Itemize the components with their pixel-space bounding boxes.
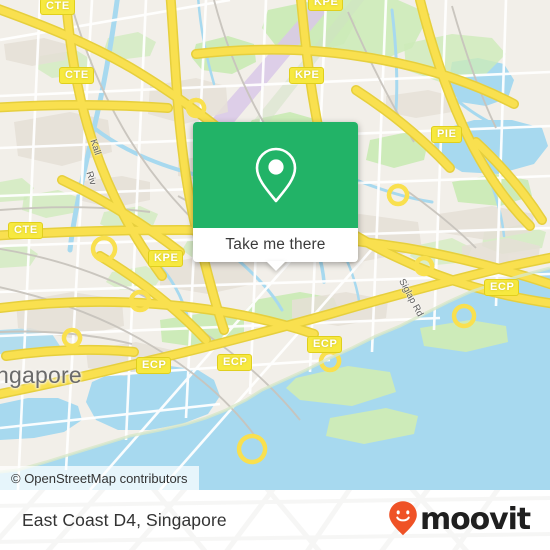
highway-shield-ecp[interactable]: ECP — [217, 354, 253, 371]
moovit-smiley-pin-icon — [388, 500, 418, 541]
attribution-text: © OpenStreetMap contributors — [11, 470, 188, 486]
highway-shield-ecp[interactable]: ECP — [136, 357, 172, 374]
footer-bar: East Coast D4, Singapore moovit — [0, 490, 550, 550]
map-pin-icon — [253, 146, 299, 204]
info-card-action[interactable]: Take me there — [193, 228, 358, 271]
map-canvas[interactable]: ngapore Kall Riv Siglap Rd CTE CTE CTE K… — [0, 0, 550, 490]
moovit-map-screen: ngapore Kall Riv Siglap Rd CTE CTE CTE K… — [0, 0, 550, 550]
highway-shield-ecp[interactable]: ECP — [484, 279, 520, 296]
info-card-pointer-tail — [265, 261, 286, 271]
moovit-wordmark: moovit — [419, 502, 531, 537]
highway-shield-kpe[interactable]: KPE — [148, 250, 184, 267]
highway-shield-cte[interactable]: CTE — [40, 0, 75, 15]
highway-shield-kpe[interactable]: KPE — [289, 67, 325, 84]
page-title: East Coast D4, Singapore — [22, 509, 227, 530]
highway-shield-ecp[interactable]: ECP — [307, 336, 343, 353]
highway-shield-kpe[interactable]: KPE — [308, 0, 344, 11]
map-attribution[interactable]: © OpenStreetMap contributors — [0, 466, 199, 490]
location-info-card[interactable]: Take me there — [193, 122, 358, 271]
moovit-logo[interactable]: moovit — [388, 500, 531, 541]
place-label-singapore: ngapore — [0, 362, 82, 388]
info-card-header — [193, 122, 358, 228]
highway-shield-pie[interactable]: PIE — [431, 126, 462, 143]
highway-shield-cte[interactable]: CTE — [8, 222, 43, 239]
take-me-there-label: Take me there — [225, 236, 326, 253]
highway-shield-cte[interactable]: CTE — [59, 67, 94, 84]
